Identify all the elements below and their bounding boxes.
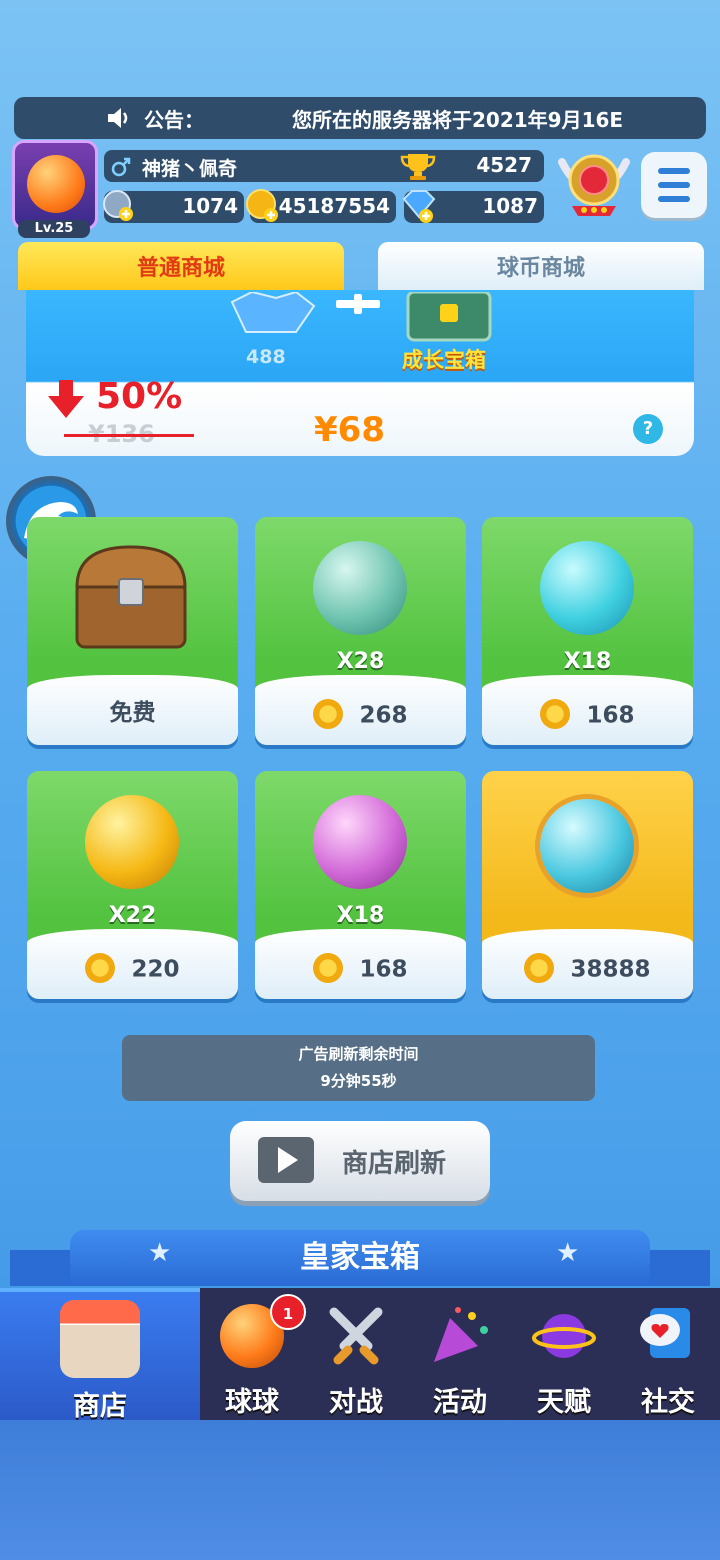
player-level: Lv.25 — [18, 220, 90, 238]
item-price: 168 — [586, 702, 635, 729]
nav-battle-label: 对战 — [329, 1387, 383, 1418]
chat-heart-icon — [640, 1308, 690, 1358]
item-quantity: X28 — [336, 649, 385, 674]
coin-plus-icon — [246, 189, 278, 222]
nav-social[interactable]: 社交 — [616, 1288, 720, 1420]
plus-icon — [336, 294, 380, 314]
shop-item-wind-ball[interactable]: X18 168 — [482, 517, 693, 745]
nav-shop[interactable]: 商店 — [0, 1288, 200, 1422]
down-arrow-icon — [48, 380, 84, 418]
lightning-ball-icon — [85, 795, 179, 889]
avatar-ball-icon — [27, 155, 85, 213]
bottom-background — [0, 1420, 720, 1560]
tab-ball-coin-shop[interactable]: 球币商城 — [378, 242, 704, 290]
nav-battle[interactable]: 对战 — [304, 1288, 408, 1420]
nav-talent[interactable]: 天赋 — [512, 1288, 616, 1420]
item-price: 免费 — [109, 700, 156, 726]
item-quantity: X18 — [563, 649, 612, 674]
item-price-row: 268 — [255, 699, 466, 731]
planet-icon — [532, 1314, 596, 1358]
nav-events[interactable]: 活动 — [408, 1288, 512, 1420]
banner-chest-label: 成长宝箱 — [402, 348, 486, 372]
item-price: 168 — [359, 956, 408, 983]
shop-item-lightning-ball[interactable]: X22 220 — [27, 771, 238, 999]
coin-bar[interactable]: 45187554 — [246, 189, 396, 223]
strikethrough-line — [64, 434, 194, 437]
item-price-row: 168 — [255, 953, 466, 985]
coin-icon — [85, 953, 116, 983]
item-price-row: 168 — [482, 699, 693, 731]
player-name: 神猪丶佩奇 — [142, 158, 238, 180]
item-price: 220 — [131, 956, 180, 983]
treasure-chest-icon — [75, 545, 187, 649]
shop-item-free-chest[interactable]: 免费 — [27, 517, 238, 745]
party-popper-icon — [434, 1307, 488, 1362]
male-icon — [111, 157, 131, 177]
gem-pile-icon — [230, 292, 316, 333]
item-price: 268 — [359, 702, 408, 729]
gem-plus-icon — [402, 190, 436, 223]
announcement-label: 公告： — [144, 107, 204, 132]
crossed-swords-icon — [329, 1307, 383, 1365]
item-price-row: 38888 — [482, 953, 693, 985]
menu-button[interactable] — [641, 152, 707, 218]
energy-bar[interactable]: 1074 — [103, 190, 244, 223]
item-price: 38888 — [570, 956, 651, 983]
speaker-icon — [108, 108, 128, 128]
banner-gem-count: 488 — [246, 346, 286, 368]
banner-price: ¥68 — [314, 410, 385, 450]
rank-badge-icon[interactable] — [556, 148, 632, 220]
player-name-bar: 神猪丶佩奇 4527 — [104, 150, 544, 182]
player-avatar[interactable] — [12, 140, 98, 230]
shop-icon — [60, 1300, 140, 1378]
ad-refresh-time: 9分钟55秒 — [320, 1072, 397, 1090]
nav-talent-label: 天赋 — [537, 1387, 591, 1418]
growth-chest-icon — [406, 292, 492, 342]
tab-normal-shop[interactable]: 普通商城 — [18, 242, 344, 290]
chain-ball-icon — [313, 541, 407, 635]
coin-icon — [540, 699, 571, 729]
coin-icon — [524, 953, 555, 983]
help-button[interactable]: ? — [633, 414, 663, 444]
gem-value: 1087 — [482, 194, 538, 218]
coin-icon — [313, 699, 344, 729]
item-quantity: X18 — [336, 903, 385, 928]
menu-icon — [658, 168, 690, 174]
star-icon: ★ — [148, 1238, 172, 1268]
star-icon: ★ — [556, 1238, 580, 1268]
trident-ball-icon — [540, 799, 634, 893]
shop-item-arrow-ball[interactable]: X18 168 — [255, 771, 466, 999]
energy-plus-icon — [103, 190, 133, 221]
nav-shop-label: 商店 — [73, 1391, 127, 1422]
coin-value: 45187554 — [278, 194, 390, 218]
ad-refresh-panel: 广告刷新剩余时间 9分钟55秒 — [122, 1035, 595, 1101]
wind-ball-icon — [540, 541, 634, 635]
ad-refresh-title: 广告刷新剩余时间 — [298, 1045, 419, 1063]
bottom-nav: 商店 球球 对战 活动 天赋 社交 — [0, 1288, 720, 1422]
coin-icon — [313, 953, 344, 983]
video-play-icon — [258, 1137, 314, 1183]
item-price-row: 220 — [27, 953, 238, 985]
item-quantity: X22 — [108, 903, 157, 928]
arrow-ball-icon — [313, 795, 407, 889]
announcement-bar: 公告： 您所在的服务器将于2021年9月16E — [14, 97, 706, 139]
shop-refresh-button[interactable]: 商店刷新 — [230, 1121, 490, 1201]
nav-balls-label: 球球 — [225, 1387, 279, 1418]
shop-item-trident-ball[interactable]: 38888 — [482, 771, 693, 999]
shop-item-chain-ball[interactable]: X28 268 — [255, 517, 466, 745]
nav-social-label: 社交 — [641, 1387, 695, 1418]
trophy-icon — [400, 154, 436, 180]
trophy-count: 4527 — [476, 153, 532, 177]
banner-discount: 50% — [96, 376, 183, 417]
announcement-message: 您所在的服务器将于2021年9月16E — [292, 107, 624, 132]
nav-events-label: 活动 — [433, 1387, 487, 1418]
energy-value: 1074 — [182, 194, 238, 218]
gem-bar[interactable]: 1087 — [402, 190, 544, 223]
shop-refresh-label: 商店刷新 — [342, 1149, 447, 1179]
notification-badge: 1 — [270, 1294, 306, 1330]
